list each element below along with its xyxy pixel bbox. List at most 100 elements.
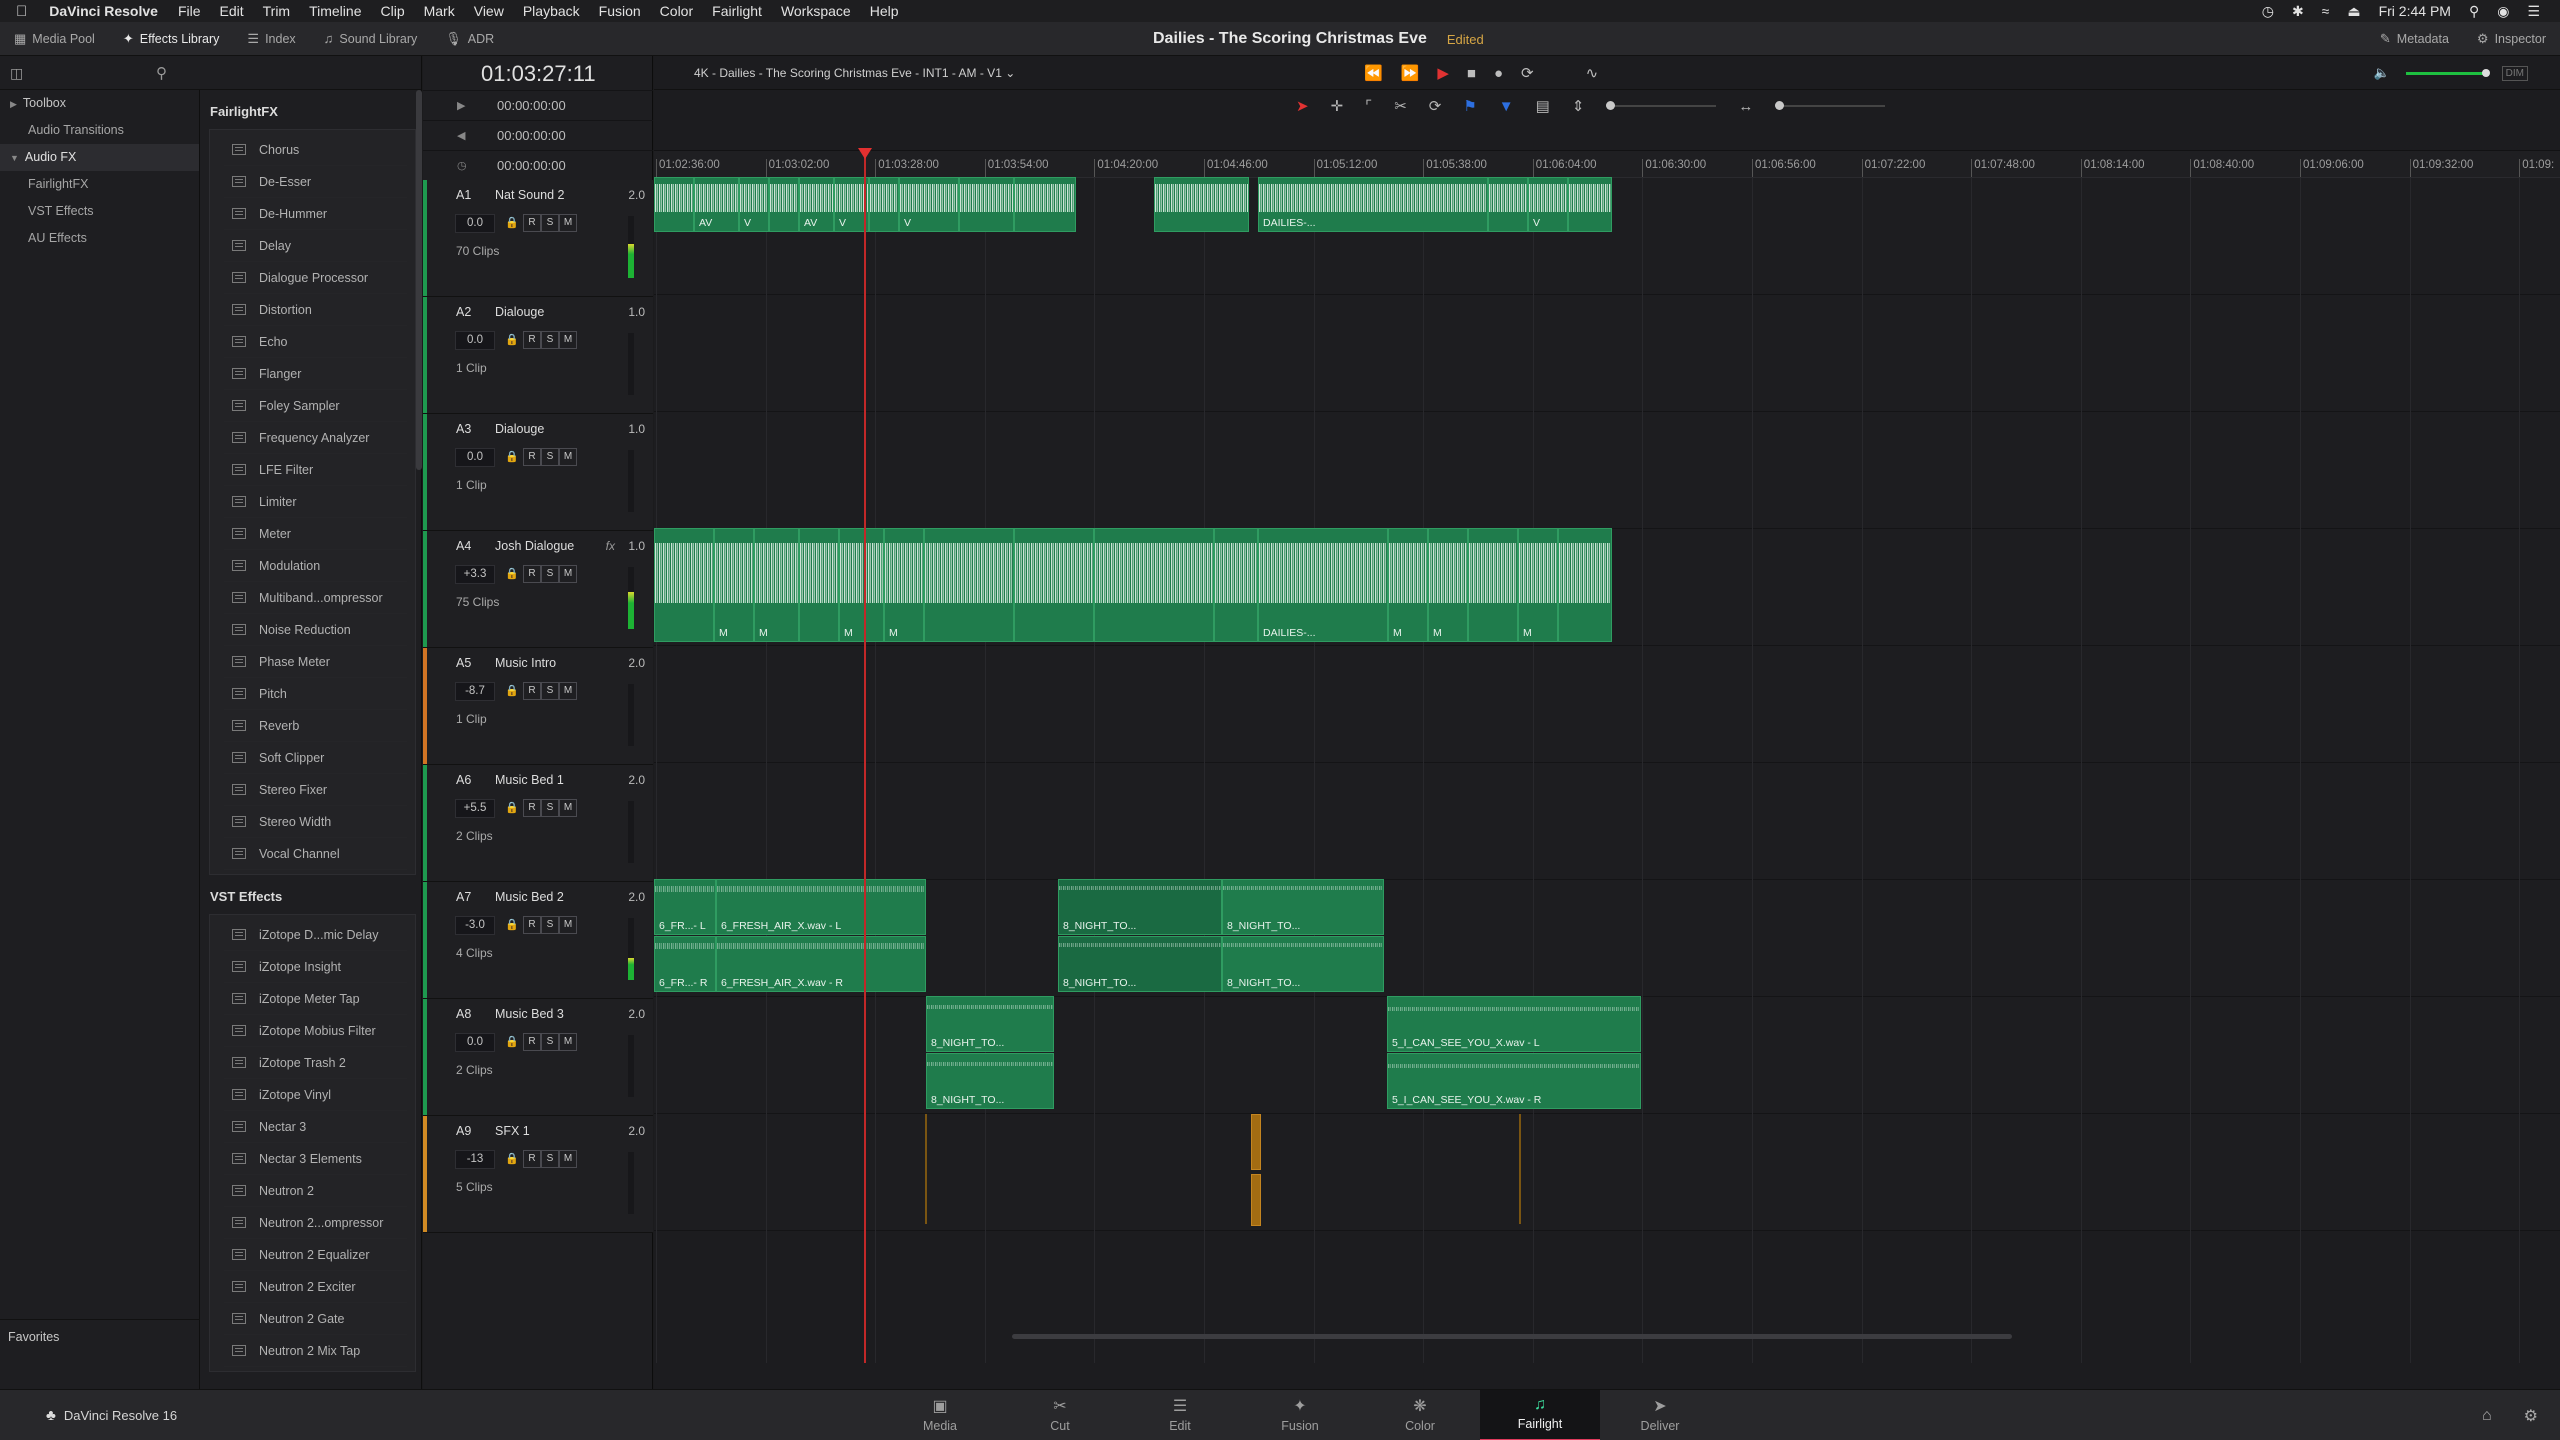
solo-button[interactable]: S xyxy=(541,448,559,466)
track-lane-a5[interactable] xyxy=(654,646,2560,763)
audio-clip[interactable] xyxy=(769,177,799,232)
record-arm-button[interactable]: R xyxy=(523,1033,541,1051)
audio-clip[interactable]: V xyxy=(899,177,959,232)
track-name[interactable]: Dialouge xyxy=(495,422,544,436)
audio-clip[interactable]: M xyxy=(754,528,799,642)
vst-fx-item[interactable]: Neutron 2 Mix Tap xyxy=(224,1335,407,1367)
fairlight-fx-item[interactable]: Pitch xyxy=(224,678,407,710)
fairlight-fx-item[interactable]: Dialogue Processor xyxy=(224,262,407,294)
solo-button[interactable]: S xyxy=(541,799,559,817)
track-height-icon[interactable]: ▤ xyxy=(1536,97,1550,115)
stop-icon[interactable]: ■ xyxy=(1467,65,1476,82)
page-fairlight[interactable]: ♫ Fairlight xyxy=(1480,1390,1600,1440)
metadata-button[interactable]: ✎ Metadata xyxy=(2366,22,2463,56)
fairlight-fx-item[interactable]: Stereo Fixer xyxy=(224,774,407,806)
track-header-a2[interactable]: A2 Dialouge 1.0 0.0 1 Clip 🔒 R S M xyxy=(423,297,653,414)
bluetooth-icon[interactable]: ✱ xyxy=(2292,3,2304,20)
loop-icon[interactable]: ⟳ xyxy=(1521,64,1534,82)
audio-clip[interactable]: V xyxy=(739,177,769,232)
horizontal-zoom-slider[interactable] xyxy=(1775,101,1886,110)
audio-clip[interactable]: 8_NIGHT_TO... xyxy=(926,1053,1054,1109)
audio-clip[interactable]: 8_NIGHT_TO... xyxy=(1058,936,1222,992)
fairlight-fx-item[interactable]: Phase Meter xyxy=(224,646,407,678)
edit-tool-icon[interactable]: ⌜ xyxy=(1365,97,1372,115)
effects-library-button[interactable]: ✦ Effects Library xyxy=(109,22,234,56)
menu-help[interactable]: Help xyxy=(870,3,899,19)
audio-clip[interactable] xyxy=(1558,528,1612,642)
audio-clip[interactable]: 6_FRESH_AIR_X.wav - L xyxy=(716,879,926,935)
vst-fx-item[interactable]: iZotope Trash 2 xyxy=(224,1047,407,1079)
eject-icon[interactable]: ⏏ xyxy=(2347,3,2360,20)
snapping-icon[interactable]: ⟳ xyxy=(1429,97,1442,115)
current-timecode[interactable]: 01:03:27:11 xyxy=(423,56,653,90)
track-header-a7[interactable]: A7 Music Bed 2 2.0 -3.0 4 Clips 🔒 R S M xyxy=(423,882,653,999)
tree-audio-transitions[interactable]: Audio Transitions xyxy=(0,117,199,144)
audio-clip[interactable] xyxy=(959,177,1014,232)
lock-icon[interactable]: 🔒 xyxy=(505,684,519,697)
menu-view[interactable]: View xyxy=(474,3,504,19)
fairlight-fx-item[interactable]: Reverb xyxy=(224,710,407,742)
timeline-selector[interactable]: 4K - Dailies - The Scoring Christmas Eve… xyxy=(694,56,1015,90)
lock-icon[interactable]: 🔒 xyxy=(505,216,519,229)
track-header-a1[interactable]: A1 Nat Sound 2 2.0 0.0 70 Clips 🔒 R S M xyxy=(423,180,653,297)
track-lane-a2[interactable] xyxy=(654,295,2560,412)
timeline-scrollbar[interactable] xyxy=(1012,1334,2012,1339)
track-volume-field[interactable]: 0.0 xyxy=(455,1033,495,1052)
tree-audio-fx[interactable]: ▼ Audio FX xyxy=(0,144,199,171)
vst-fx-item[interactable]: Neutron 2 Gate xyxy=(224,1303,407,1335)
in-point-value[interactable]: 00:00:00:00 xyxy=(497,98,566,113)
solo-button[interactable]: S xyxy=(541,1150,559,1168)
audio-clip[interactable] xyxy=(1154,177,1249,232)
spotlight-icon[interactable]: ⚲ xyxy=(2469,3,2479,20)
selection-tool-icon[interactable]: ➤ xyxy=(1296,97,1309,115)
range-tool-icon[interactable]: ✛ xyxy=(1331,97,1344,115)
track-name[interactable]: Josh Dialogue xyxy=(495,539,574,553)
menu-trim[interactable]: Trim xyxy=(263,3,290,19)
record-arm-button[interactable]: R xyxy=(523,214,541,232)
audio-clip[interactable] xyxy=(1014,177,1076,232)
track-header-a5[interactable]: A5 Music Intro 2.0 -8.7 1 Clip 🔒 R S M xyxy=(423,648,653,765)
vst-fx-item[interactable]: iZotope Meter Tap xyxy=(224,983,407,1015)
fairlight-fx-item[interactable]: Echo xyxy=(224,326,407,358)
track-name[interactable]: SFX 1 xyxy=(495,1124,530,1138)
audio-clip[interactable]: AV xyxy=(694,177,739,232)
app-menu[interactable]: DaVinci Resolve xyxy=(49,3,158,19)
lock-icon[interactable]: 🔒 xyxy=(505,801,519,814)
mute-button[interactable]: M xyxy=(559,331,577,349)
razor-icon[interactable]: ✂ xyxy=(1394,97,1407,115)
audio-clip[interactable]: 8_NIGHT_TO... xyxy=(926,996,1054,1052)
track-volume-field[interactable]: +5.5 xyxy=(455,799,495,818)
lock-icon[interactable]: 🔒 xyxy=(505,450,519,463)
page-deliver[interactable]: ➤ Deliver xyxy=(1600,1390,1720,1440)
record-arm-button[interactable]: R xyxy=(523,916,541,934)
effects-scrollbar[interactable] xyxy=(416,90,422,470)
audio-clip[interactable]: DAILIES-... xyxy=(1258,177,1488,232)
vst-fx-item[interactable]: Nectar 3 xyxy=(224,1111,407,1143)
lock-icon[interactable]: 🔒 xyxy=(505,567,519,580)
favorites-section[interactable]: Favorites xyxy=(0,1319,200,1389)
audio-clip[interactable] xyxy=(1468,528,1518,642)
fast-forward-icon[interactable]: ⏩ xyxy=(1401,64,1420,82)
rewind-icon[interactable]: ⏪ xyxy=(1364,64,1383,82)
vst-fx-item[interactable]: Neutron 2 Exciter xyxy=(224,1271,407,1303)
marker-icon[interactable]: ▼ xyxy=(1499,98,1514,115)
track-volume-field[interactable]: +3.3 xyxy=(455,565,495,584)
menu-file[interactable]: File xyxy=(178,3,201,19)
track-volume-field[interactable]: 0.0 xyxy=(455,331,495,350)
track-lane-a7[interactable] xyxy=(654,880,2560,997)
inspector-button[interactable]: ⚙ Inspector xyxy=(2463,22,2560,56)
track-fx-indicator[interactable]: fx xyxy=(606,539,615,553)
audio-clip[interactable]: 5_I_CAN_SEE_YOU_X.wav - L xyxy=(1387,996,1641,1052)
audio-clip[interactable]: DAILIES-... xyxy=(1258,528,1388,642)
mute-button[interactable]: M xyxy=(559,1150,577,1168)
menu-clip[interactable]: Clip xyxy=(380,3,404,19)
mute-button[interactable]: M xyxy=(559,214,577,232)
audio-clip[interactable]: M xyxy=(1388,528,1428,642)
sfx-clip-edge[interactable] xyxy=(925,1114,927,1224)
audio-clip[interactable]: AV xyxy=(799,177,834,232)
track-name[interactable]: Dialouge xyxy=(495,305,544,319)
audio-clip[interactable]: M xyxy=(714,528,754,642)
notification-center-icon[interactable]: ☰ xyxy=(2527,3,2540,20)
track-name[interactable]: Music Intro xyxy=(495,656,556,670)
audio-clip[interactable] xyxy=(799,528,839,642)
